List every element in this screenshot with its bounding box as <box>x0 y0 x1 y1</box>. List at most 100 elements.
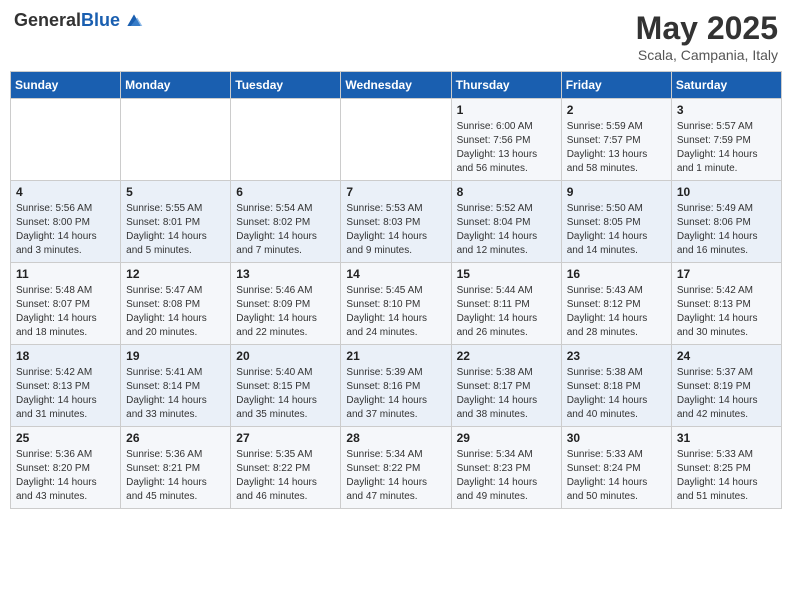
weekday-header-saturday: Saturday <box>671 72 781 99</box>
calendar-cell: 15 Sunrise: 5:44 AM Sunset: 8:11 PM Dayli… <box>451 263 561 345</box>
calendar-cell: 12 Sunrise: 5:47 AM Sunset: 8:08 PM Dayli… <box>121 263 231 345</box>
day-number: 9 <box>567 185 666 199</box>
day-number: 3 <box>677 103 776 117</box>
day-info: Sunrise: 5:50 AM Sunset: 8:05 PM Dayligh… <box>567 202 666 258</box>
calendar-cell: 16Sunrise: 5:43 AM Sunset: 8:12 PM Dayli… <box>561 263 671 345</box>
calendar-cell: 24 Sunrise: 5:37 AM Sunset: 8:19 PM Dayli… <box>671 345 781 427</box>
day-number: 24 <box>677 349 776 363</box>
day-number: 14 <box>346 267 445 281</box>
day-number: 18 <box>16 349 115 363</box>
calendar-cell: 11 Sunrise: 5:48 AM Sunset: 8:07 PM Dayli… <box>11 263 121 345</box>
day-info: Sunrise: 5:46 AM Sunset: 8:09 PM Dayligh… <box>236 284 335 340</box>
calendar-cell: 8 Sunrise: 5:52 AM Sunset: 8:04 PM Daylig… <box>451 181 561 263</box>
day-info: Sunrise: 5:36 AM Sunset: 8:20 PM Dayligh… <box>16 448 115 504</box>
day-number: 7 <box>346 185 445 199</box>
calendar-cell: 29 Sunrise: 5:34 AM Sunset: 8:23 PM Dayli… <box>451 427 561 509</box>
day-info: Sunrise: 5:59 AM Sunset: 7:57 PM Dayligh… <box>567 120 666 176</box>
calendar-cell <box>11 99 121 181</box>
calendar-cell: 31 Sunrise: 5:33 AM Sunset: 8:25 PM Dayli… <box>671 427 781 509</box>
calendar-cell: 25 Sunrise: 5:36 AM Sunset: 8:20 PM Dayli… <box>11 427 121 509</box>
day-number: 30 <box>567 431 666 445</box>
day-number: 26 <box>126 431 225 445</box>
day-number: 31 <box>677 431 776 445</box>
calendar-cell <box>231 99 341 181</box>
day-info: Sunrise: 5:42 AM Sunset: 8:13 PM Dayligh… <box>16 366 115 422</box>
calendar-cell: 30Sunrise: 5:33 AM Sunset: 8:24 PM Dayli… <box>561 427 671 509</box>
day-number: 10 <box>677 185 776 199</box>
calendar-cell: 9 Sunrise: 5:50 AM Sunset: 8:05 PM Daylig… <box>561 181 671 263</box>
day-info: Sunrise: 5:44 AM Sunset: 8:11 PM Dayligh… <box>457 284 556 340</box>
day-number: 11 <box>16 267 115 281</box>
day-info: Sunrise: 5:54 AM Sunset: 8:02 PM Dayligh… <box>236 202 335 258</box>
day-info: Sunrise: 5:49 AM Sunset: 8:06 PM Dayligh… <box>677 202 776 258</box>
calendar-cell: 7 Sunrise: 5:53 AM Sunset: 8:03 PM Daylig… <box>341 181 451 263</box>
logo-icon <box>124 11 144 31</box>
day-info: Sunrise: 5:57 AM Sunset: 7:59 PM Dayligh… <box>677 120 776 176</box>
week-row-3: 11 Sunrise: 5:48 AM Sunset: 8:07 PM Dayli… <box>11 263 782 345</box>
week-row-2: 4 Sunrise: 5:56 AM Sunset: 8:00 PM Daylig… <box>11 181 782 263</box>
calendar-cell: 14Sunrise: 5:45 AM Sunset: 8:10 PM Dayli… <box>341 263 451 345</box>
day-number: 12 <box>126 267 225 281</box>
weekday-header-row: SundayMondayTuesdayWednesdayThursdayFrid… <box>11 72 782 99</box>
day-info: Sunrise: 5:52 AM Sunset: 8:04 PM Dayligh… <box>457 202 556 258</box>
calendar-cell: 20Sunrise: 5:40 AM Sunset: 8:15 PM Dayli… <box>231 345 341 427</box>
header: GeneralBlue May 2025 Scala, Campania, It… <box>10 10 782 63</box>
day-info: Sunrise: 5:37 AM Sunset: 8:19 PM Dayligh… <box>677 366 776 422</box>
day-info: Sunrise: 5:47 AM Sunset: 8:08 PM Dayligh… <box>126 284 225 340</box>
day-info: Sunrise: 5:56 AM Sunset: 8:00 PM Dayligh… <box>16 202 115 258</box>
day-info: Sunrise: 5:34 AM Sunset: 8:22 PM Dayligh… <box>346 448 445 504</box>
calendar-cell: 22 Sunrise: 5:38 AM Sunset: 8:17 PM Dayli… <box>451 345 561 427</box>
main-title: May 2025 <box>636 10 778 47</box>
day-info: Sunrise: 5:33 AM Sunset: 8:25 PM Dayligh… <box>677 448 776 504</box>
day-info: Sunrise: 5:40 AM Sunset: 8:15 PM Dayligh… <box>236 366 335 422</box>
day-number: 27 <box>236 431 335 445</box>
day-info: Sunrise: 5:36 AM Sunset: 8:21 PM Dayligh… <box>126 448 225 504</box>
day-number: 22 <box>457 349 556 363</box>
day-number: 29 <box>457 431 556 445</box>
calendar-cell: 6 Sunrise: 5:54 AM Sunset: 8:02 PM Daylig… <box>231 181 341 263</box>
day-number: 2 <box>567 103 666 117</box>
day-number: 6 <box>236 185 335 199</box>
day-number: 23 <box>567 349 666 363</box>
day-info: Sunrise: 5:38 AM Sunset: 8:17 PM Dayligh… <box>457 366 556 422</box>
week-row-1: 1Sunrise: 6:00 AM Sunset: 7:56 PM Daylig… <box>11 99 782 181</box>
calendar-cell: 19Sunrise: 5:41 AM Sunset: 8:14 PM Dayli… <box>121 345 231 427</box>
calendar-cell: 18 Sunrise: 5:42 AM Sunset: 8:13 PM Dayli… <box>11 345 121 427</box>
weekday-header-sunday: Sunday <box>11 72 121 99</box>
day-number: 4 <box>16 185 115 199</box>
day-info: Sunrise: 5:48 AM Sunset: 8:07 PM Dayligh… <box>16 284 115 340</box>
calendar-cell: 28Sunrise: 5:34 AM Sunset: 8:22 PM Dayli… <box>341 427 451 509</box>
day-number: 5 <box>126 185 225 199</box>
day-info: Sunrise: 5:34 AM Sunset: 8:23 PM Dayligh… <box>457 448 556 504</box>
day-number: 15 <box>457 267 556 281</box>
calendar-cell: 21Sunrise: 5:39 AM Sunset: 8:16 PM Dayli… <box>341 345 451 427</box>
calendar-cell: 4 Sunrise: 5:56 AM Sunset: 8:00 PM Daylig… <box>11 181 121 263</box>
calendar-cell: 10 Sunrise: 5:49 AM Sunset: 8:06 PM Dayli… <box>671 181 781 263</box>
day-info: Sunrise: 5:55 AM Sunset: 8:01 PM Dayligh… <box>126 202 225 258</box>
day-info: Sunrise: 5:43 AM Sunset: 8:12 PM Dayligh… <box>567 284 666 340</box>
day-number: 1 <box>457 103 556 117</box>
day-number: 25 <box>16 431 115 445</box>
calendar-cell: 5 Sunrise: 5:55 AM Sunset: 8:01 PM Daylig… <box>121 181 231 263</box>
calendar-cell: 1Sunrise: 6:00 AM Sunset: 7:56 PM Daylig… <box>451 99 561 181</box>
calendar-cell: 23 Sunrise: 5:38 AM Sunset: 8:18 PM Dayli… <box>561 345 671 427</box>
logo: GeneralBlue <box>14 10 144 31</box>
title-block: May 2025 Scala, Campania, Italy <box>636 10 778 63</box>
subtitle: Scala, Campania, Italy <box>636 47 778 63</box>
calendar-cell: 13Sunrise: 5:46 AM Sunset: 8:09 PM Dayli… <box>231 263 341 345</box>
calendar-cell: 27Sunrise: 5:35 AM Sunset: 8:22 PM Dayli… <box>231 427 341 509</box>
day-info: Sunrise: 5:42 AM Sunset: 8:13 PM Dayligh… <box>677 284 776 340</box>
day-info: Sunrise: 5:41 AM Sunset: 8:14 PM Dayligh… <box>126 366 225 422</box>
day-number: 8 <box>457 185 556 199</box>
day-info: Sunrise: 5:53 AM Sunset: 8:03 PM Dayligh… <box>346 202 445 258</box>
week-row-5: 25 Sunrise: 5:36 AM Sunset: 8:20 PM Dayli… <box>11 427 782 509</box>
weekday-header-wednesday: Wednesday <box>341 72 451 99</box>
calendar-cell <box>341 99 451 181</box>
day-number: 17 <box>677 267 776 281</box>
calendar-cell: 3 Sunrise: 5:57 AM Sunset: 7:59 PM Daylig… <box>671 99 781 181</box>
day-number: 21 <box>346 349 445 363</box>
weekday-header-thursday: Thursday <box>451 72 561 99</box>
calendar-cell <box>121 99 231 181</box>
weekday-header-monday: Monday <box>121 72 231 99</box>
day-info: Sunrise: 5:38 AM Sunset: 8:18 PM Dayligh… <box>567 366 666 422</box>
